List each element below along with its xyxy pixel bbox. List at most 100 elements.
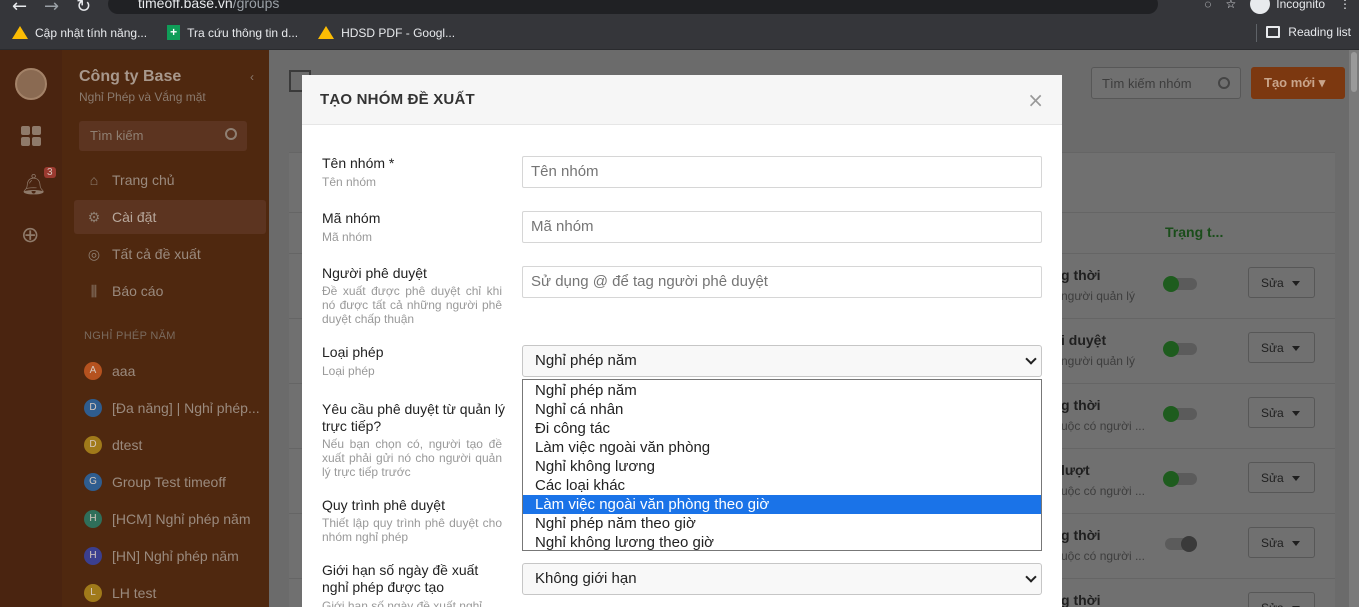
modal-title: TẠO NHÓM ĐỀ XUẤT (320, 91, 475, 108)
scrollbar[interactable] (1349, 50, 1359, 607)
bookmark-item[interactable]: + Tra cứu thông tin d... (167, 25, 298, 40)
bookmarks-bar: Cập nhật tính năng... + Tra cứu thông tin… (0, 16, 1359, 50)
sidebar-group-item[interactable]: H [HCM] Nghỉ phép năm (84, 508, 251, 530)
leave-type-label: Loại phép (322, 344, 384, 360)
leave-type-option[interactable]: Nghỉ phép năm theo giờ (523, 514, 1041, 533)
group-row-title: g thời (1061, 527, 1101, 543)
edit-button[interactable]: Sửa (1248, 527, 1315, 558)
group-row-subtitle: uộc có người ... (1061, 484, 1145, 498)
manager-approval-label: Yêu cầu phê duyệt từ quản lý trực tiếp? (322, 401, 505, 434)
sidebar-search-input[interactable]: Tìm kiếm (79, 121, 247, 151)
modal-header: TẠO NHÓM ĐỀ XUẤT × (302, 75, 1062, 125)
back-icon[interactable]: ← (12, 0, 27, 17)
app-icon-bar: 🔔︎ 3 ⊕ (0, 50, 62, 607)
status-toggle[interactable] (1163, 276, 1197, 292)
sidebar-group-item[interactable]: G Group Test timeoff (84, 471, 226, 493)
status-toggle[interactable] (1163, 341, 1197, 357)
group-row-title: i duyệt (1061, 332, 1107, 348)
group-code-hint: Mã nhóm (322, 230, 373, 244)
sidebar-group-item[interactable]: H [HN] Nghỉ phép năm (84, 545, 239, 567)
leave-type-option[interactable]: Nghỉ không lương theo giờ (523, 533, 1041, 552)
search-icon (225, 128, 237, 140)
group-row-title: g thời (1061, 267, 1101, 283)
create-new-button[interactable]: Tạo mới ▾ (1251, 67, 1345, 99)
incognito-icon (1250, 0, 1271, 14)
workflow-label: Quy trình phê duyệt (322, 497, 445, 513)
group-name-label: Tên nhóm * (322, 155, 395, 171)
notification-badge: 3 (44, 167, 56, 178)
group-row-subtitle: uộc có người ... (1061, 419, 1145, 433)
group-name-input[interactable]: Tên nhóm (522, 156, 1042, 188)
sidebar-item-settings[interactable]: ⚙ Cài đặt (74, 200, 266, 234)
avatar[interactable] (15, 68, 47, 100)
incognito-indicator[interactable]: Incognito (1250, 0, 1325, 14)
leave-type-hint: Loại phép (322, 364, 375, 378)
app-subtitle: Nghỉ Phép và Vắng mặt (79, 90, 206, 104)
status-column-header: Trạng t... (1165, 224, 1224, 240)
sidebar-item-reports[interactable]: ⫼ Báo cáo (74, 274, 266, 308)
leave-type-option[interactable]: Đi công tác (523, 419, 1041, 438)
edit-button[interactable]: Sửa (1248, 462, 1315, 493)
manager-approval-hint: Nếu bạn chọn có, người tạo đề xuất phải … (322, 437, 502, 479)
status-toggle[interactable] (1163, 471, 1197, 487)
gear-icon: ⚙ (87, 208, 101, 225)
day-limit-select[interactable]: Không giới hạn (522, 563, 1042, 595)
sidebar-group-item[interactable]: L LH test (84, 582, 156, 604)
divider (1256, 24, 1257, 42)
sidebar-group-item[interactable]: D [Đa năng] | Nghỉ phép... (84, 397, 260, 419)
browser-toolbar: ← → ↻ timeoff.base.vn/groups ◌ ☆ Incogni… (0, 0, 1359, 17)
close-icon[interactable]: × (1027, 88, 1044, 112)
sidebar: Công ty Base Nghỉ Phép và Vắng mặt ‹ Tìm… (62, 50, 269, 607)
leave-type-option[interactable]: Các loại khác (523, 476, 1041, 495)
google-drive-icon (12, 26, 28, 39)
sidebar-group-item[interactable]: Aaaa (84, 360, 135, 382)
chevron-down-icon (1025, 353, 1037, 365)
leave-type-option[interactable]: Nghỉ phép năm (523, 381, 1041, 400)
edit-button[interactable]: Sửa (1248, 332, 1315, 363)
leave-type-option-highlighted[interactable]: Làm việc ngoài văn phòng theo giờ (523, 495, 1041, 514)
status-toggle[interactable] (1163, 406, 1197, 422)
reading-list-icon (1266, 26, 1281, 38)
group-row-title: lượt (1061, 462, 1090, 478)
group-row-subtitle: người quản lý (1061, 354, 1135, 368)
forward-icon[interactable]: → (44, 0, 59, 17)
collapse-sidebar-icon[interactable]: ‹ (250, 70, 254, 84)
section-title: NGHỈ PHÉP NĂM (84, 330, 176, 342)
bookmark-item[interactable]: Cập nhật tính năng... (12, 26, 147, 40)
leave-type-option[interactable]: Nghỉ không lương (523, 457, 1041, 476)
group-code-input[interactable]: Mã nhóm (522, 211, 1042, 243)
edit-button[interactable]: Sửa (1248, 267, 1315, 298)
bookmark-item[interactable]: HDSD PDF - Googl... (318, 26, 455, 40)
leave-type-select[interactable]: Nghỉ phép năm (522, 345, 1042, 377)
star-icon[interactable]: ☆ (1226, 0, 1237, 11)
approver-label: Người phê duyệt (322, 265, 427, 281)
leave-type-option[interactable]: Nghỉ cá nhân (523, 400, 1041, 419)
group-name-hint: Tên nhóm (322, 175, 377, 189)
chevron-down-icon (1025, 571, 1037, 583)
status-toggle[interactable] (1165, 536, 1197, 552)
leave-type-dropdown-list: Nghỉ phép năm Nghỉ cá nhân Đi công tác L… (522, 379, 1042, 551)
reload-icon[interactable]: ↻ (76, 0, 91, 17)
day-limit-hint: Giới hạn số ngày đề xuất nghỉ (322, 599, 482, 607)
bell-icon[interactable]: 🔔︎ (21, 172, 46, 197)
search-icon (1218, 77, 1230, 89)
address-bar[interactable]: timeoff.base.vn/groups (108, 0, 1158, 14)
group-row-title: g thời (1061, 592, 1101, 607)
add-circle-icon[interactable]: ⊕ (21, 222, 39, 248)
approver-input[interactable]: Sử dụng @ để tag người phê duyệt (522, 266, 1042, 298)
group-row-title: g thời (1061, 397, 1101, 413)
edit-button[interactable]: Sửa (1248, 592, 1315, 607)
google-drive-icon (318, 26, 335, 39)
eye-off-icon[interactable]: ◌ (1204, 0, 1211, 11)
edit-button[interactable]: Sửa (1248, 397, 1315, 428)
sidebar-item-home[interactable]: ⌂ Trang chủ (74, 163, 266, 197)
leave-type-option[interactable]: Làm việc ngoài văn phòng (523, 438, 1041, 457)
sidebar-group-item[interactable]: Ddtest (84, 434, 142, 456)
apps-grid-icon[interactable] (21, 126, 41, 146)
reading-list-button[interactable]: Reading list (1266, 25, 1351, 39)
company-name: Công ty Base (79, 68, 182, 85)
more-menu-icon[interactable]: ⋮ (1339, 0, 1351, 11)
sidebar-item-all-requests[interactable]: ◎ Tất cả đề xuất (74, 237, 266, 271)
google-sheets-icon: + (167, 25, 181, 40)
group-search-input[interactable]: Tìm kiếm nhóm (1091, 67, 1241, 99)
